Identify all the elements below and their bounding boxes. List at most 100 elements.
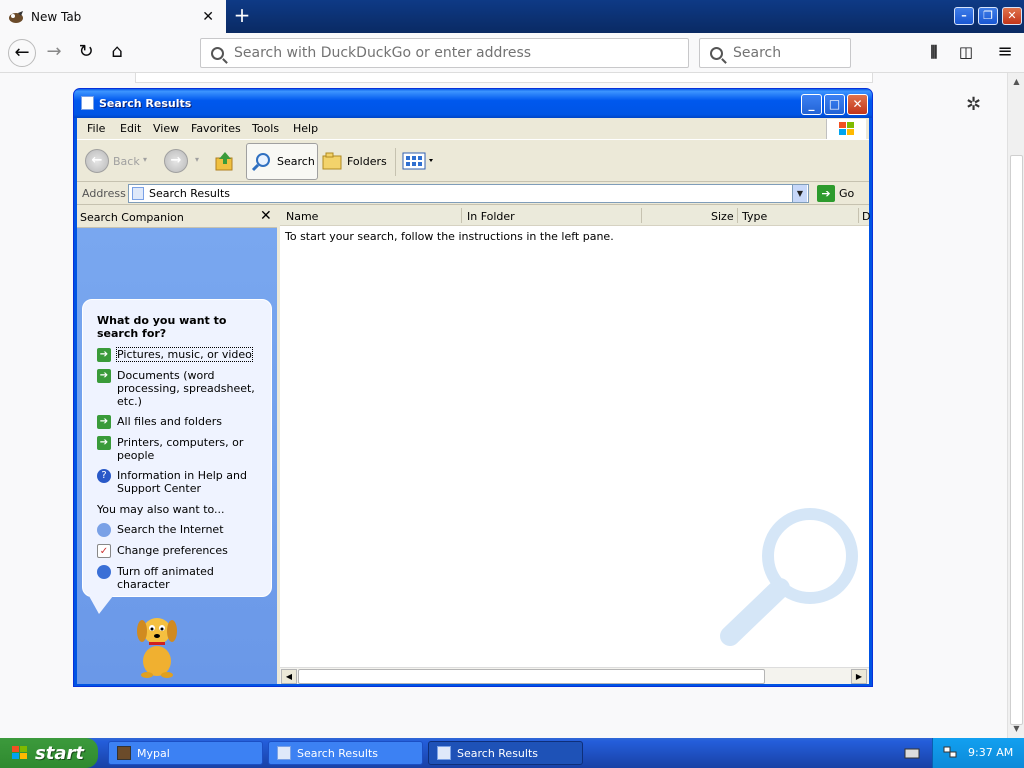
menu-favorites[interactable]: Favorites: [191, 122, 241, 135]
search-results-icon: [437, 746, 451, 760]
menu-tools[interactable]: Tools: [252, 122, 279, 135]
green-arrow-icon: ➔: [97, 436, 111, 450]
forward-dropdown-icon[interactable]: ▾: [195, 155, 199, 164]
scroll-down-icon[interactable]: ▼: [1009, 721, 1024, 736]
clock[interactable]: 9:37 AM: [968, 746, 1013, 759]
column-separator[interactable]: [641, 208, 642, 223]
menu-file[interactable]: File: [87, 122, 105, 135]
folders-icon[interactable]: [322, 151, 344, 171]
browser-nav-bar: ← → ↻ ⌂ Search with DuckDuckGo or enter …: [0, 33, 1024, 73]
task-mypal[interactable]: Mypal: [108, 741, 263, 765]
forward-icon[interactable]: →: [164, 149, 188, 173]
column-separator[interactable]: [461, 208, 462, 223]
scroll-thumb[interactable]: [1010, 155, 1023, 725]
option-all-files[interactable]: ➔ All files and folders: [97, 415, 263, 429]
magnifier-watermark-icon: [720, 508, 858, 646]
option-label[interactable]: All files and folders: [117, 415, 222, 428]
back-icon[interactable]: ←: [85, 149, 109, 173]
window-minimize-button[interactable]: _: [801, 94, 822, 115]
views-icon[interactable]: [402, 152, 436, 170]
restore-button[interactable]: ❐: [978, 7, 998, 25]
horizontal-scrollbar[interactable]: ◀ ▶: [280, 667, 869, 684]
window-titlebar[interactable]: Search Results _ □ ✕: [74, 89, 872, 118]
scroll-right-icon[interactable]: ▶: [851, 669, 867, 684]
search-bar[interactable]: Search: [699, 38, 851, 68]
sidebar-icon[interactable]: ◫: [954, 41, 978, 65]
scroll-up-icon[interactable]: ▲: [1009, 74, 1024, 89]
page-scrollbar[interactable]: ▲ ▼: [1007, 73, 1024, 738]
back-label[interactable]: Back: [113, 155, 140, 168]
tab-title: New Tab: [31, 9, 82, 24]
option-label[interactable]: Search the Internet: [117, 523, 224, 536]
mypal-icon: [9, 10, 23, 23]
menu-view[interactable]: View: [153, 122, 179, 135]
back-dropdown-icon[interactable]: ▾: [143, 155, 147, 164]
option-label[interactable]: Turn off animated character: [117, 565, 263, 591]
address-value: Search Results: [149, 187, 231, 200]
library-icon[interactable]: ⫼: [922, 41, 946, 65]
windows-flag-icon: [12, 746, 27, 759]
search-button[interactable]: Search: [246, 143, 318, 180]
browser-tab[interactable]: New Tab ✕: [0, 0, 226, 33]
up-folder-icon[interactable]: [214, 150, 236, 172]
option-printers[interactable]: ➔ Printers, computers, or people: [97, 436, 263, 462]
option-help[interactable]: ? Information in Help and Support Center: [97, 469, 263, 495]
folders-label[interactable]: Folders: [347, 155, 387, 168]
column-type[interactable]: Type: [742, 210, 767, 223]
window-maximize-button[interactable]: □: [824, 94, 845, 115]
menu-help[interactable]: Help: [293, 122, 318, 135]
option-label[interactable]: Documents (word processing, spreadsheet,…: [117, 369, 263, 408]
tab-close-icon[interactable]: ✕: [202, 9, 214, 25]
option-search-internet[interactable]: Search the Internet: [97, 523, 263, 537]
scroll-left-icon[interactable]: ◀: [281, 669, 297, 684]
companion-close-icon[interactable]: ✕: [260, 208, 272, 224]
window-close-button[interactable]: ✕: [847, 94, 868, 115]
network-icon[interactable]: [943, 745, 957, 759]
windows-logo-icon: [826, 119, 866, 139]
horizontal-scroll-thumb[interactable]: [298, 669, 765, 684]
option-label[interactable]: Printers, computers, or people: [117, 436, 263, 462]
menu-icon[interactable]: ≡: [993, 41, 1017, 65]
browser-tab-bar: New Tab ✕ + – ❐ ✕: [0, 0, 1024, 33]
search-button-label: Search: [277, 155, 315, 168]
option-pictures[interactable]: ➔ Pictures, music, or video: [97, 347, 263, 362]
column-size[interactable]: Size: [711, 210, 734, 223]
url-bar[interactable]: Search with DuckDuckGo or enter address: [200, 38, 689, 68]
task-label: Search Results: [457, 746, 539, 760]
close-button[interactable]: ✕: [1002, 7, 1022, 25]
option-label[interactable]: Pictures, music, or video: [116, 347, 253, 362]
back-arrow-icon[interactable]: ←: [8, 39, 36, 67]
option-turn-off-character[interactable]: Turn off animated character: [97, 565, 263, 591]
reload-icon[interactable]: ↻: [74, 41, 98, 65]
task-label: Mypal: [137, 746, 170, 760]
forward-arrow-icon[interactable]: →: [42, 41, 66, 65]
option-documents[interactable]: ➔ Documents (word processing, spreadsheet…: [97, 369, 263, 408]
address-field[interactable]: Search Results ▼: [128, 184, 809, 203]
search-results-window: Search Results _ □ ✕ File Edit View Favo…: [73, 88, 873, 687]
start-button[interactable]: start: [0, 738, 98, 768]
green-arrow-icon: ➔: [97, 348, 111, 362]
minimize-button[interactable]: –: [954, 7, 974, 25]
option-label[interactable]: Change preferences: [117, 544, 228, 557]
results-pane: Name In Folder Size Type D To start your…: [280, 206, 870, 684]
option-change-preferences[interactable]: ✓ Change preferences: [97, 544, 263, 558]
search-dog-icon[interactable]: [127, 609, 187, 679]
home-icon[interactable]: ⌂: [105, 41, 129, 65]
gear-icon[interactable]: ✲: [966, 94, 981, 115]
column-in-folder[interactable]: In Folder: [467, 210, 515, 223]
keyboard-icon[interactable]: [904, 747, 920, 759]
column-date[interactable]: D: [862, 210, 870, 223]
help-icon: ?: [97, 469, 111, 483]
column-name[interactable]: Name: [286, 210, 318, 223]
magnifier-icon: [251, 153, 270, 172]
option-label[interactable]: Information in Help and Support Center: [117, 469, 263, 495]
go-button[interactable]: ➔ Go: [817, 185, 854, 202]
new-tab-button[interactable]: +: [231, 5, 253, 27]
window-body: File Edit View Favorites Tools Help ← Ba…: [77, 118, 870, 684]
menu-edit[interactable]: Edit: [120, 122, 141, 135]
address-dropdown-icon[interactable]: ▼: [792, 185, 807, 202]
task-search-results-2[interactable]: Search Results: [428, 741, 583, 765]
column-separator[interactable]: [858, 208, 859, 223]
task-search-results-1[interactable]: Search Results: [268, 741, 423, 765]
column-separator[interactable]: [737, 208, 738, 223]
